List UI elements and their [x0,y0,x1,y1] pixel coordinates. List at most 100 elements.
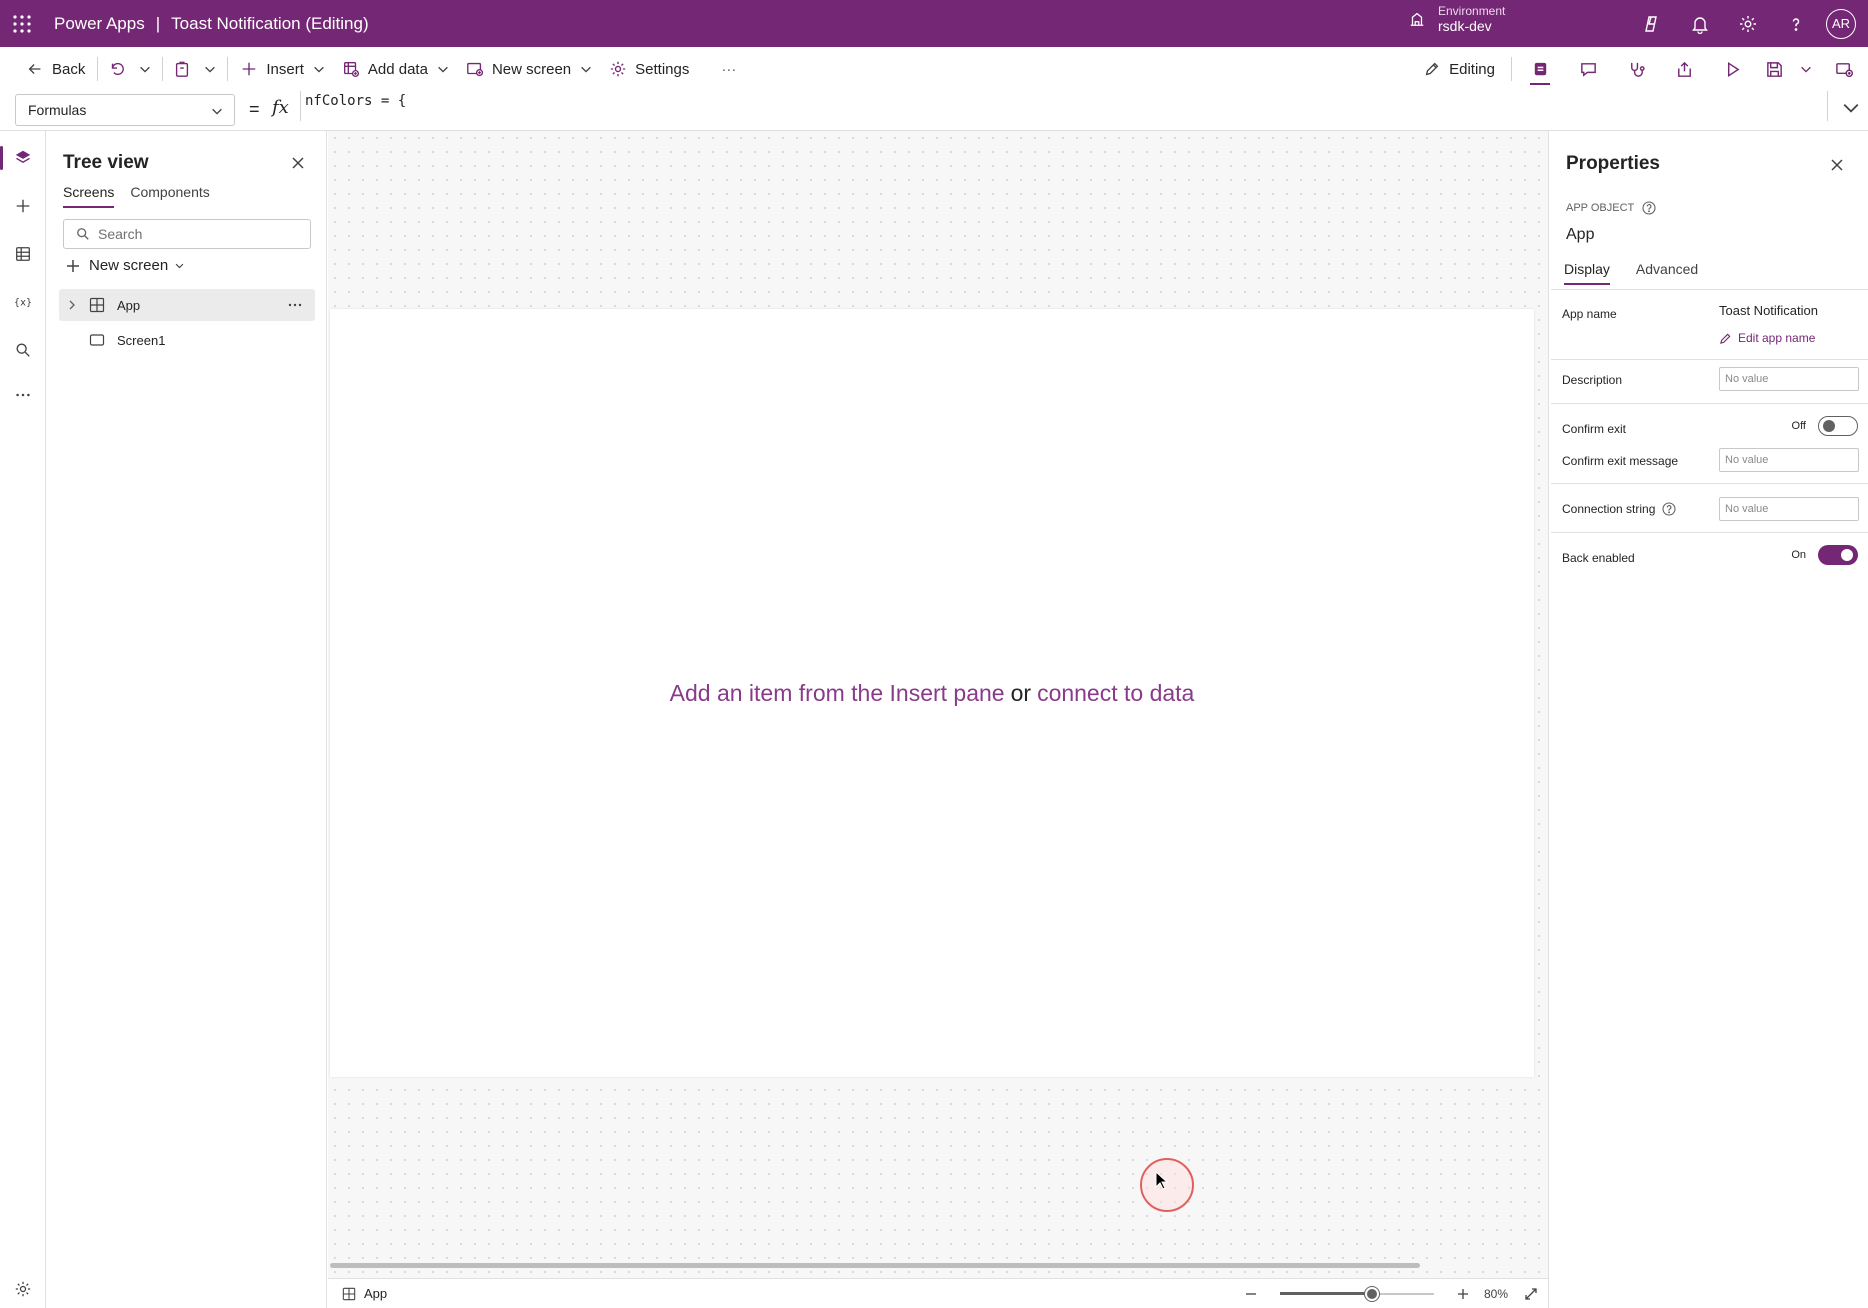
environment-icon [1408,10,1426,28]
paste-button[interactable] [167,51,197,87]
notifications-button[interactable] [1676,0,1724,47]
close-properties-button[interactable] [1829,157,1845,173]
comments-button[interactable] [1564,47,1612,91]
app-checker-button[interactable] [1516,47,1564,91]
more-rail-button[interactable] [0,375,46,415]
publish-button[interactable] [1820,47,1868,91]
tree-view-button[interactable] [0,138,46,178]
property-dropdown[interactable]: Formulas [15,94,235,126]
zoom-out-button[interactable] [1244,1287,1258,1301]
tab-screens[interactable]: Screens [63,184,115,208]
horizontal-scrollbar[interactable] [330,1263,1420,1268]
chevron-down-icon [138,62,152,76]
help-circle-icon[interactable] [1662,502,1676,516]
database-icon [342,60,360,78]
more-options-button[interactable] [287,297,303,313]
publish-icon [1835,60,1854,79]
zoom-value: 80% [1483,1287,1508,1301]
settings-command-button[interactable]: Settings [601,51,697,87]
clipboard-icon [173,60,191,78]
confirm-exit-toggle[interactable]: Off [1792,416,1858,436]
layers-icon [14,149,32,167]
selected-control-breadcrumb[interactable]: App [342,1286,387,1301]
divider [1551,403,1868,404]
description-field[interactable]: No value [1719,367,1859,391]
confirm-exit-message-field[interactable]: No value [1719,448,1859,472]
paste-dropdown-button[interactable] [197,51,223,87]
property-dropdown-value: Formulas [28,102,87,118]
tab-components[interactable]: Components [130,184,209,208]
tree-search-input[interactable]: Search [63,219,311,249]
insert-button[interactable]: Insert [232,51,334,87]
app-launcher-button[interactable] [0,0,44,47]
back-button[interactable]: Back [18,51,93,87]
help-circle-icon[interactable] [1642,201,1656,215]
search-icon [14,341,32,359]
share-button[interactable] [1660,47,1708,91]
preview-button[interactable] [1708,47,1756,91]
help-button[interactable] [1772,0,1820,47]
expand-formula-button[interactable] [1842,99,1860,117]
edit-app-name-link[interactable]: Edit app name [1719,331,1815,345]
avatar[interactable]: AR [1826,8,1856,39]
app-checker-icon [1531,60,1550,79]
insert-pane-link[interactable]: Add an item from the Insert pane [670,680,1005,707]
confirm-exit-switch[interactable] [1818,416,1858,436]
fit-to-window-button[interactable] [1524,1287,1538,1301]
environment-picker[interactable]: Environment rsdk-dev [1408,4,1505,34]
more-commands-button[interactable]: ··· [713,51,744,87]
breadcrumb-label: App [364,1286,388,1301]
connection-string-label: Connection string [1562,502,1676,516]
chevron-down-icon [1799,62,1813,76]
settings-rail-button[interactable] [0,1269,46,1308]
product-name[interactable]: Power Apps [54,14,145,34]
zoom-in-button[interactable] [1456,1287,1470,1301]
chevron-down-icon [174,260,185,271]
divider [97,57,99,81]
add-data-button[interactable]: Add data [334,51,458,87]
formula-input[interactable]: nfColors = { [300,91,1828,121]
left-rail: {x} [0,131,46,1308]
data-rail-button[interactable] [0,234,46,274]
divider [1551,532,1868,533]
design-canvas[interactable]: Add an item from the Insert pane or conn… [328,131,1548,1308]
fx-icon: fx [272,97,289,118]
tree-item-screen1[interactable]: Screen1 [59,324,315,356]
save-dropdown-button[interactable] [1792,47,1820,91]
save-button[interactable] [1756,47,1792,91]
zoom-slider-thumb[interactable] [1365,1287,1380,1301]
search-rail-button[interactable] [0,330,46,370]
insert-rail-button[interactable] [0,186,46,226]
monitor-button[interactable] [1612,47,1660,91]
tree-item-app[interactable]: App [59,289,315,321]
chevron-down-icon [210,104,224,118]
plus-icon [14,197,32,215]
arrow-left-icon [26,60,44,78]
gear-icon [14,1280,32,1298]
app-name-value: Toast Notification [1719,303,1818,318]
connection-string-field[interactable]: No value [1719,497,1859,521]
chevron-right-icon[interactable] [67,300,77,310]
variables-rail-button[interactable]: {x} [0,282,46,322]
app-icon [342,1287,356,1301]
bell-icon [1690,14,1710,34]
back-enabled-toggle[interactable]: On [1791,545,1858,565]
close-tree-view-button[interactable] [290,155,306,171]
editing-mode-button[interactable]: Editing [1415,51,1503,87]
tab-advanced[interactable]: Advanced [1636,261,1698,285]
zoom-slider[interactable] [1279,1287,1434,1301]
back-enabled-switch[interactable] [1818,545,1858,565]
tree-new-screen-button[interactable]: New screen [65,257,185,274]
screen-preview[interactable]: Add an item from the Insert pane or conn… [330,309,1534,1077]
tab-display[interactable]: Display [1564,261,1610,285]
connect-to-data-link[interactable]: connect to data [1037,680,1194,707]
settings-button[interactable] [1724,0,1772,47]
search-icon [76,227,90,241]
copilot-button[interactable] [1628,0,1676,47]
new-screen-button[interactable]: New screen [458,51,601,87]
environment-name: rsdk-dev [1438,18,1492,34]
undo-button[interactable] [102,51,132,87]
tree-view-title: Tree view [63,152,149,173]
plus-icon [65,258,81,274]
undo-dropdown-button[interactable] [132,51,158,87]
